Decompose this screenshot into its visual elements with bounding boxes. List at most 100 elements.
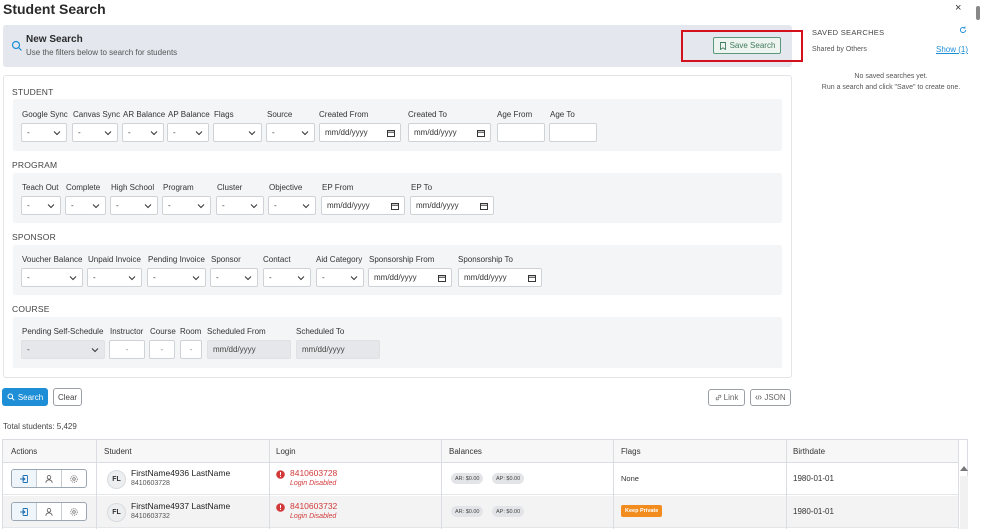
sponsorship-from-date[interactable]: mm/dd/yyyy: [368, 268, 452, 287]
instructor-input[interactable]: -: [109, 340, 145, 359]
settings-button[interactable]: [62, 470, 86, 487]
section-title-program: PROGRAM: [12, 160, 58, 170]
window-scrollbar[interactable]: [976, 6, 980, 20]
label-aid-category: Aid Category: [316, 255, 363, 264]
refresh-icon[interactable]: [959, 26, 967, 34]
pending-invoice-select[interactable]: -: [147, 268, 206, 287]
sponsorship-to-date[interactable]: mm/dd/yyyy: [458, 268, 542, 287]
age-from-input[interactable]: [497, 123, 545, 142]
flags-select[interactable]: [213, 123, 262, 142]
section-title-course: COURSE: [12, 304, 50, 314]
unpaid-invoice-select[interactable]: -: [87, 268, 142, 287]
sponsor-select[interactable]: -: [210, 268, 258, 287]
section-title-sponsor: SPONSOR: [12, 232, 56, 242]
empty-state-title: No saved searches yet.: [854, 73, 928, 80]
cluster-select[interactable]: -: [216, 196, 264, 215]
login-id: 8410603732: [290, 501, 338, 511]
teach-out-select[interactable]: -: [21, 196, 61, 215]
created-from-date[interactable]: mm/dd/yyyy: [319, 123, 401, 142]
login-as-button[interactable]: [12, 470, 37, 487]
objective-select[interactable]: -: [268, 196, 316, 215]
source-select[interactable]: -: [266, 123, 315, 142]
ar-balance-select[interactable]: -: [122, 123, 164, 142]
student-id: 8410603728: [131, 480, 170, 487]
ep-to-value: mm/dd/yyyy: [416, 201, 459, 210]
scheduled-from-value: mm/dd/yyyy: [213, 345, 256, 354]
col-flags: Flags: [621, 447, 641, 456]
chevron-down-icon: [192, 276, 200, 281]
settings-icon: [70, 507, 78, 516]
chevron-down-icon: [350, 276, 358, 281]
contact-select[interactable]: -: [263, 268, 311, 287]
pending-self-schedule-select[interactable]: -: [21, 340, 105, 359]
column-divider: [96, 440, 97, 529]
scheduled-to-value: mm/dd/yyyy: [302, 345, 345, 354]
settings-icon: [70, 474, 78, 483]
col-balances: Balances: [449, 447, 482, 456]
calendar-icon: [528, 275, 536, 282]
calendar-icon: [438, 275, 446, 282]
table-row[interactable]: FL FirstName4936 LastName 8410603728 841…: [3, 463, 959, 495]
empty-state-hint: Run a search and click "Save" to create …: [821, 84, 961, 91]
banner-subtitle: Use the filters below to search for stud…: [26, 48, 178, 57]
clear-button[interactable]: Clear: [53, 388, 82, 406]
search-button[interactable]: Search: [2, 388, 48, 406]
label-cluster: Cluster: [217, 183, 243, 192]
source-value: -: [272, 128, 275, 137]
program-select[interactable]: -: [162, 196, 211, 215]
complete-select[interactable]: -: [65, 196, 106, 215]
scheduled-to-date[interactable]: mm/dd/yyyy: [296, 340, 380, 359]
created-to-date[interactable]: mm/dd/yyyy: [408, 123, 491, 142]
show-shared-link[interactable]: Show (1): [936, 45, 968, 54]
avatar: FL: [107, 470, 126, 489]
settings-button[interactable]: [62, 503, 86, 520]
ep-to-date[interactable]: mm/dd/yyyy: [410, 196, 494, 215]
chevron-down-icon: [301, 131, 309, 136]
link-icon: [715, 394, 721, 401]
students-table: Actions Student Login Balances Flags Bir…: [2, 439, 968, 529]
user-icon: [45, 474, 53, 483]
label-created-to: Created To: [408, 110, 447, 119]
view-profile-button[interactable]: [37, 470, 62, 487]
student-name[interactable]: FirstName4937 LastName: [131, 501, 230, 511]
table-row[interactable]: FL FirstName4937 LastName 8410603732 841…: [3, 496, 959, 528]
label-program: Program: [163, 183, 194, 192]
chevron-down-icon: [302, 204, 310, 209]
chevron-down-icon: [297, 276, 305, 281]
table-scroll-up[interactable]: [960, 466, 968, 471]
ap-balance-select[interactable]: -: [167, 123, 209, 142]
view-profile-button[interactable]: [37, 503, 62, 520]
course-input[interactable]: -: [149, 340, 175, 359]
label-ep-to: EP To: [411, 183, 433, 192]
label-objective: Objective: [269, 183, 303, 192]
canvas-sync-select[interactable]: -: [72, 123, 118, 142]
scheduled-from-date[interactable]: mm/dd/yyyy: [207, 340, 291, 359]
label-google-sync: Google Sync: [22, 110, 68, 119]
room-input[interactable]: -: [180, 340, 202, 359]
label-ep-from: EP From: [322, 183, 354, 192]
table-scrollbar[interactable]: [960, 476, 968, 529]
login-as-button[interactable]: [12, 503, 37, 520]
label-complete: Complete: [66, 183, 101, 192]
column-divider: [786, 440, 787, 529]
json-button[interactable]: JSON: [750, 389, 791, 406]
search-button-label: Search: [17, 392, 44, 402]
objective-value: -: [274, 201, 277, 210]
login-status: Login Disabled: [290, 513, 337, 520]
google-sync-select[interactable]: -: [21, 123, 67, 142]
ap-balance-pill: AP: $0.00: [492, 473, 525, 484]
ar-balance-pill: AR: $0.00: [451, 506, 484, 517]
link-button[interactable]: Link: [708, 389, 745, 406]
voucher-balance-select[interactable]: -: [21, 268, 83, 287]
sponsor-value: -: [216, 273, 219, 282]
chevron-down-icon: [150, 131, 158, 136]
login-id: 8410603728: [290, 468, 338, 478]
ep-from-date[interactable]: mm/dd/yyyy: [321, 196, 405, 215]
chevron-down-icon: [248, 131, 256, 136]
high-school-select[interactable]: -: [110, 196, 158, 215]
age-to-input[interactable]: [549, 123, 597, 142]
aid-category-select[interactable]: -: [316, 268, 364, 287]
close-icon[interactable]: ×: [955, 2, 961, 14]
student-name[interactable]: FirstName4936 LastName: [131, 468, 230, 478]
label-pending-invoice: Pending Invoice: [148, 255, 205, 264]
